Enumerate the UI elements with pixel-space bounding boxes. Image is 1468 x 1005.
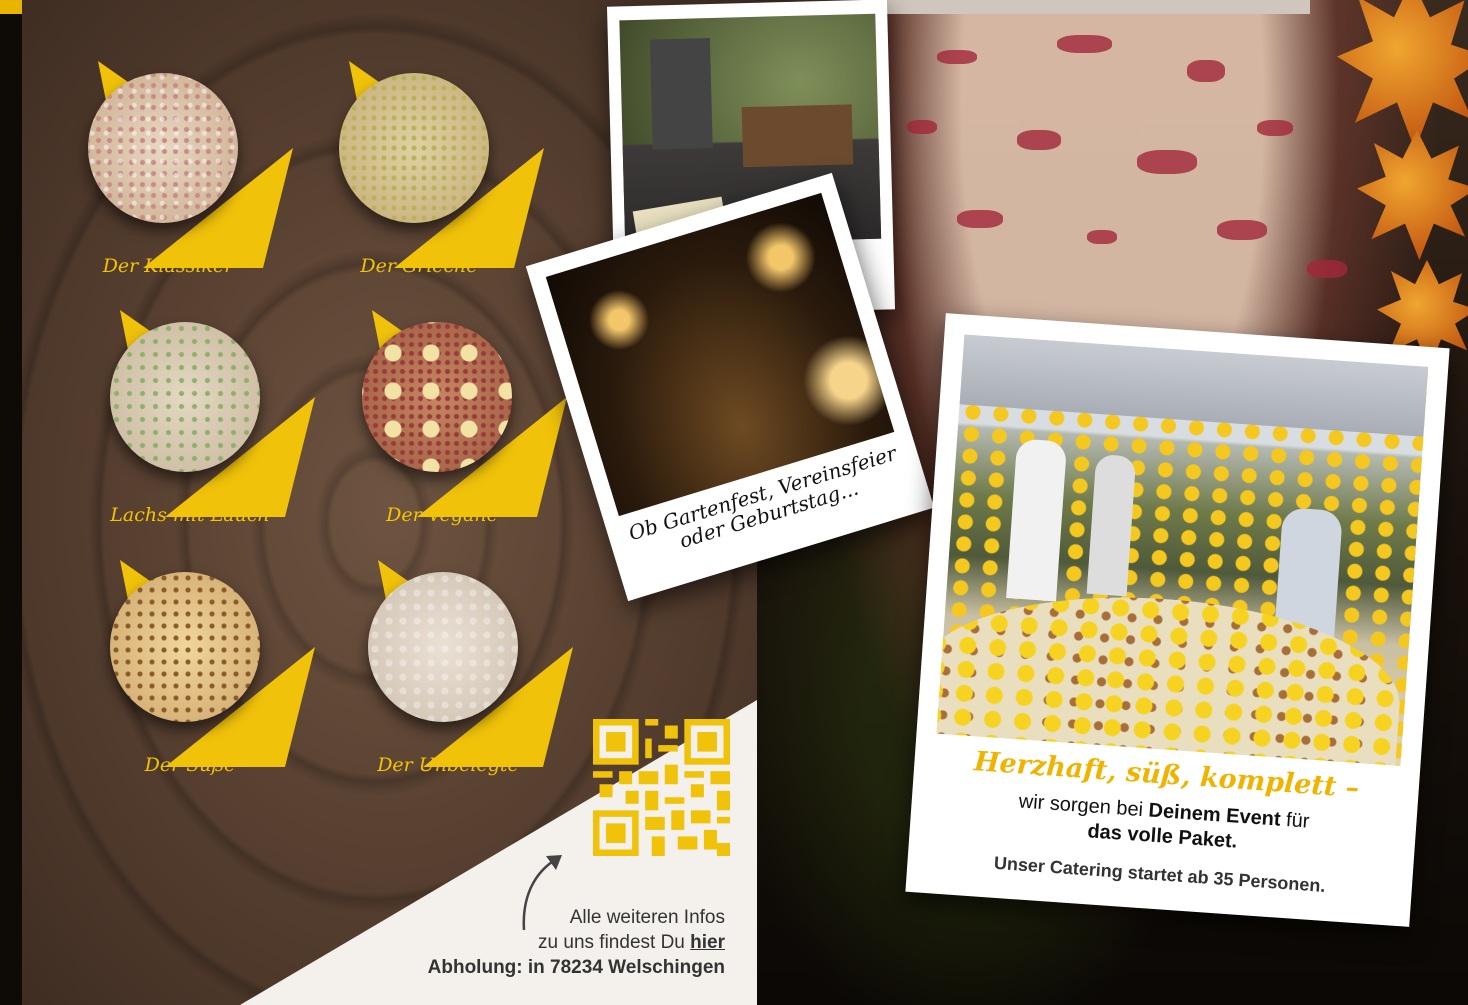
info-line-1: Alle weiteren Infos [569, 907, 725, 928]
pizza-image [88, 73, 238, 223]
photo-catering-event [936, 334, 1429, 766]
menu-item-name: Der Klassiker [102, 255, 234, 277]
menu-item-name: Lachs mit Lauch [110, 504, 270, 526]
menu-item-6: Der Unbelegte [368, 560, 608, 802]
top-photo-strip [870, 0, 1310, 14]
info-line-2: zu uns findest Du hier [538, 932, 725, 953]
menu-item-name: Der Grieche [360, 255, 478, 277]
polaroid-photo-3: Herzhaft, süß, komplett – wir sorgen bei… [905, 313, 1450, 927]
menu-item-name: Der Vegane [386, 504, 498, 526]
pizza-image [368, 572, 518, 722]
more-info-link[interactable]: hier [690, 932, 725, 953]
pizza-image [362, 322, 512, 472]
menu-item-3: Lachs mit Lauch [110, 310, 350, 552]
pickup-location: Abholung: in 78234 Welschingen [427, 957, 725, 978]
menu-item-name: Der Unbelegte [377, 754, 519, 776]
menu-item-5: Der Süße [110, 560, 350, 802]
qr-code-icon[interactable] [593, 719, 730, 856]
pizza-image [110, 572, 260, 722]
menu-item-1: Der Klassiker [88, 61, 328, 303]
menu-item-name: Der Süße [144, 754, 236, 776]
info-text: Alle weiteren Infos zu uns findest Du hi… [360, 905, 725, 980]
pizza-image [110, 322, 260, 472]
pizza-image [339, 73, 489, 223]
